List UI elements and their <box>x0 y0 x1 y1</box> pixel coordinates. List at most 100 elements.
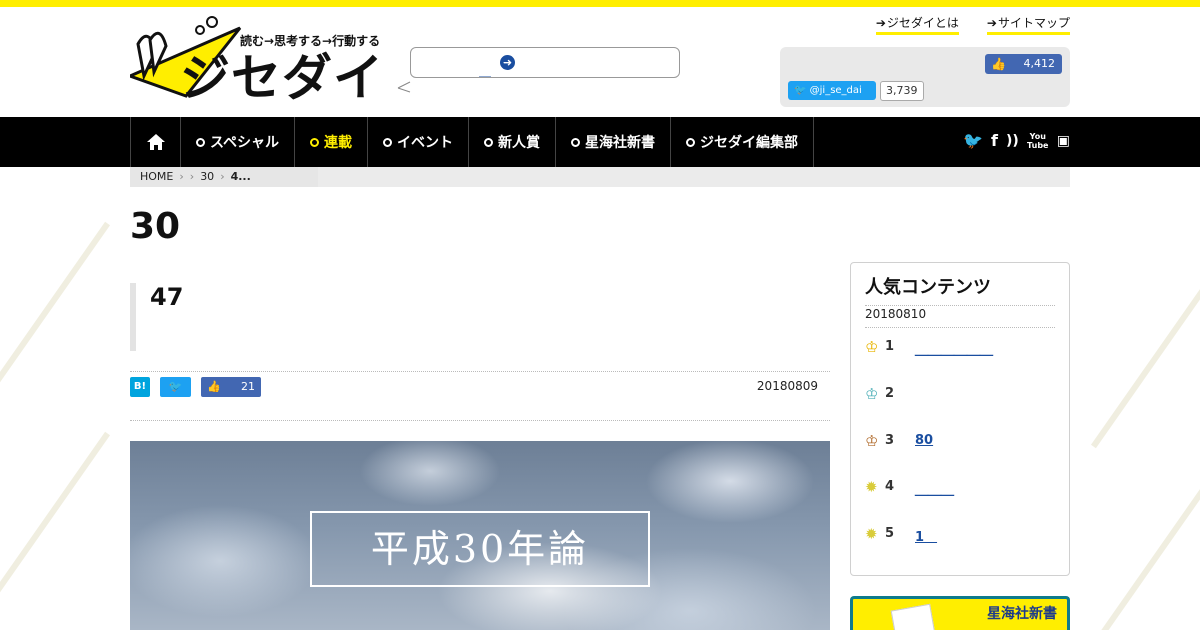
share-row: B! 🐦 👍 21 20180809 <box>130 371 830 421</box>
facebook-like-count: 4,412 <box>1023 57 1056 70</box>
sitemap-link-label: サイトマップ <box>997 16 1070 30</box>
twitter-follow-button[interactable]: 🐦 @ji_se_dai <box>788 81 876 100</box>
about-link[interactable]: ➔ジセダイとは <box>875 14 959 35</box>
facebook-share-count: 21 <box>241 380 255 393</box>
hero-title: 平成30年論 <box>370 527 590 571</box>
twitter-icon: 🐦 <box>168 380 183 393</box>
rank-number: 2 <box>885 386 895 401</box>
ranking-link[interactable]: ＿＿＿ <box>915 479 954 498</box>
hero-image[interactable]: 平成30年論 <box>130 441 830 630</box>
facebook-icon[interactable]: f <box>991 131 998 150</box>
ranking-item[interactable]: ✹ 5 1 <box>865 525 1055 545</box>
nav-books-label: 星海社新書 <box>585 135 656 151</box>
nav-books[interactable]: 星海社新書 <box>555 117 670 167</box>
breadcrumb-filler <box>318 167 1070 187</box>
circle-bullet-icon <box>196 137 205 147</box>
article-title-bar <box>130 283 136 351</box>
social-follow-box: 👍 4,412 🐦 @ji_se_dai 3,739 <box>780 47 1070 107</box>
article-title: 47 <box>150 283 184 311</box>
search-box[interactable]: ＿ ➜ <box>410 47 680 78</box>
ranking-item[interactable]: ♔ 1 ＿＿＿＿＿＿ <box>865 338 1055 358</box>
breadcrumb-level2[interactable]: 30 <box>200 167 214 187</box>
location-pin-icon <box>310 137 320 147</box>
silver-crown-icon: ♔ <box>865 385 879 403</box>
hatena-bookmark-button[interactable]: B! <box>130 377 150 397</box>
logo-text[interactable]: ジセダイ <box>180 48 384 108</box>
nav-social-icons: 🐦 f )) You Tube ▣ <box>963 131 1070 150</box>
twitter-icon: 🐦 <box>794 85 807 96</box>
nav-award-label: 新人賞 <box>498 135 541 151</box>
nav-editorial-label: ジセダイ編集部 <box>700 135 799 151</box>
star-badge-icon: ✹ <box>865 525 878 543</box>
app-icon[interactable]: ▣ <box>1057 133 1070 149</box>
breadcrumb-home[interactable]: HOME <box>140 167 173 187</box>
twitter-handle: @ji_se_dai <box>809 85 862 96</box>
top-links: ➔ジセダイとは ➔サイトマップ <box>875 14 1070 35</box>
nav-editorial[interactable]: ジセダイ編集部 <box>670 117 815 167</box>
ranking-link[interactable]: 1 <box>915 526 937 545</box>
background-stripe <box>1090 431 1200 630</box>
twitter-icon[interactable]: 🐦 <box>963 131 983 150</box>
arrow-right-circle-icon[interactable]: ➜ <box>500 55 515 70</box>
arrow-right-icon: ➔ <box>986 16 997 30</box>
chevron-right-icon: › <box>179 170 184 183</box>
ranking-title: 人気コンテンツ <box>865 273 1055 306</box>
circle-bullet-icon <box>383 137 393 147</box>
nav-special[interactable]: スペシャル <box>180 117 294 167</box>
breadcrumb: HOME › › 30 › 4... <box>130 167 1070 187</box>
nav-award[interactable]: 新人賞 <box>468 117 555 167</box>
facebook-share-button[interactable]: 👍 21 <box>201 377 261 397</box>
nav-series[interactable]: 連載 <box>294 117 367 167</box>
ranking-widget: 人気コンテンツ 20180810 ♔ 1 ＿＿＿＿＿＿ ♔ 2 ♔ 3 80 ✹… <box>850 262 1070 576</box>
ranking-link[interactable]: 80 <box>915 433 933 448</box>
books-banner[interactable]: 星海社新書 <box>850 596 1070 630</box>
ranking-link[interactable]: ＿＿＿＿＿＿ <box>915 339 993 358</box>
twitter-follower-count: 3,739 <box>880 81 924 101</box>
hero-title-frame: 平成30年論 <box>310 511 650 587</box>
rank-number: 5 <box>885 526 895 541</box>
sitemap-link[interactable]: ➔サイトマップ <box>986 14 1070 35</box>
banner-title: 星海社新書 <box>987 606 1057 622</box>
nav-event-label: イベント <box>397 135 454 151</box>
rank-number: 4 <box>885 479 895 494</box>
youtube-icon[interactable]: You Tube <box>1027 132 1049 150</box>
bronze-crown-icon: ♔ <box>865 432 879 450</box>
nav-special-label: スペシャル <box>210 135 280 151</box>
book-cover-image <box>890 603 936 630</box>
ranking-item[interactable]: ♔ 2 <box>865 385 1055 405</box>
arrow-right-icon: ➔ <box>875 16 886 30</box>
star-badge-icon: ✹ <box>865 478 878 496</box>
rank-number: 1 <box>885 339 895 354</box>
background-stripe <box>0 221 111 439</box>
home-icon <box>146 134 165 150</box>
thumbs-up-icon: 👍 <box>207 380 221 393</box>
search-input[interactable] <box>423 54 573 72</box>
facebook-like-button[interactable]: 👍 4,412 <box>985 54 1062 74</box>
search-link[interactable]: ＿ <box>479 62 491 79</box>
top-accent-bar <box>0 0 1200 7</box>
twitter-share-button[interactable]: 🐦 <box>160 377 191 397</box>
background-stripe <box>1090 231 1200 449</box>
circle-bullet-icon <box>484 137 494 147</box>
gold-crown-icon: ♔ <box>865 338 879 356</box>
rss-icon[interactable]: )) <box>1006 133 1019 149</box>
chevron-right-icon: › <box>189 170 195 183</box>
breadcrumb-current: 4... <box>230 170 251 183</box>
nav-event[interactable]: イベント <box>367 117 468 167</box>
circle-bullet-icon <box>686 137 696 147</box>
about-link-label: ジセダイとは <box>886 16 959 30</box>
publish-date: 20180809 <box>756 379 818 393</box>
nav-series-label: 連載 <box>324 135 353 151</box>
main-nav: スペシャル 連載 イベント 新人賞 星海社新書 ジセダイ編集部 🐦 f )) Y… <box>0 117 1200 167</box>
thumbs-up-icon: 👍 <box>991 57 1006 71</box>
ranking-item[interactable]: ♔ 3 80 <box>865 432 1055 452</box>
ranking-item[interactable]: ✹ 4 ＿＿＿ <box>865 478 1055 498</box>
circle-bullet-icon <box>571 137 581 147</box>
chevron-right-icon: › <box>220 170 225 183</box>
background-stripe <box>0 431 111 630</box>
page-title: 30 <box>130 206 181 247</box>
nav-home[interactable] <box>130 117 180 167</box>
rank-number: 3 <box>885 433 895 448</box>
site-tagline: 読む→思考する→行動する <box>240 34 381 48</box>
ranking-date: 20180810 <box>865 307 1055 328</box>
